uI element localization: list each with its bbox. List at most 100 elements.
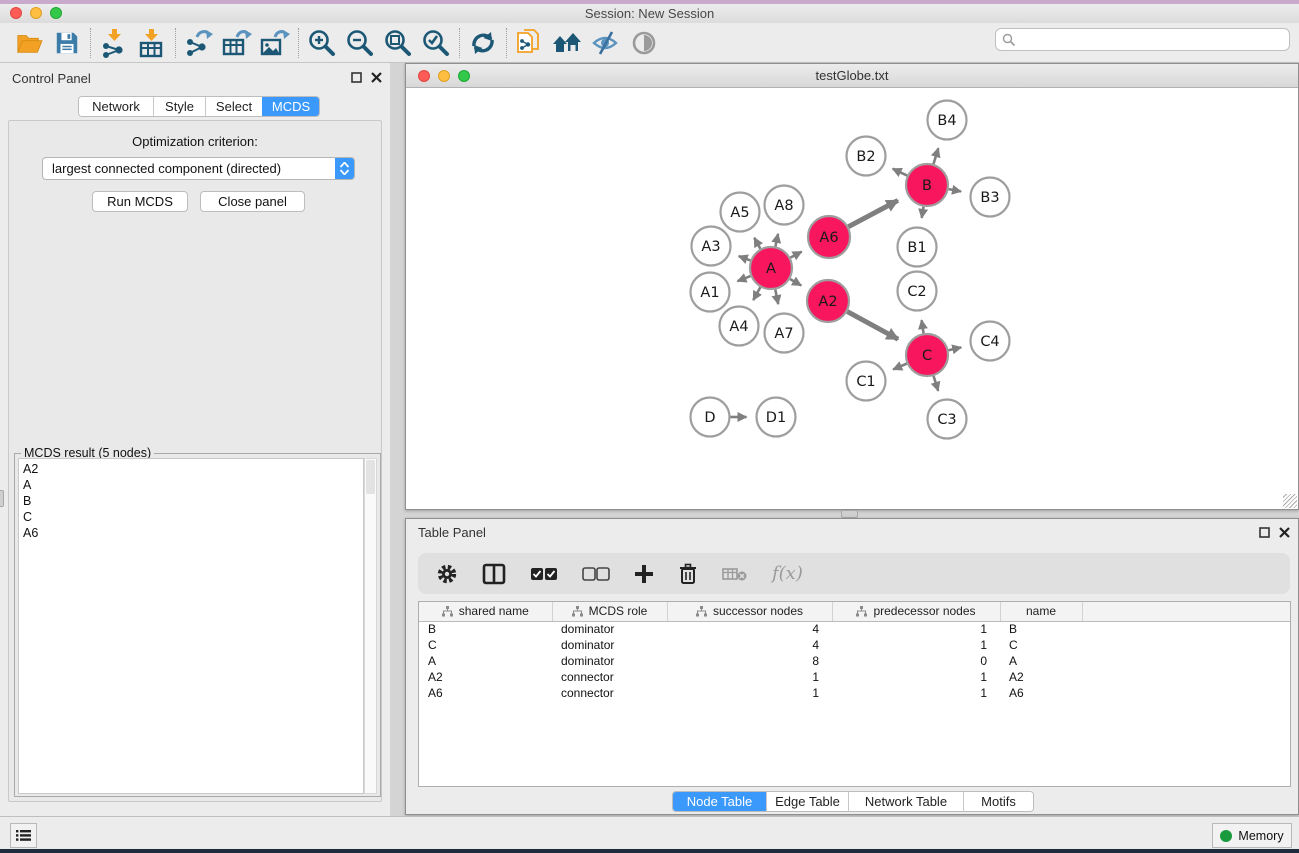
minimize-window-button[interactable]	[30, 7, 42, 19]
edge-A-A1[interactable]	[737, 276, 750, 281]
edge-B-B1[interactable]	[922, 207, 924, 218]
tab-node-table[interactable]: Node Table	[673, 792, 766, 811]
network-graph[interactable]: AA1A2A3A4A5A6A7A8BB1B2B3B4CC1C2C3C4DD1	[406, 88, 1298, 509]
toolbar-search[interactable]	[995, 28, 1290, 51]
import-table-icon[interactable]	[133, 26, 171, 60]
edge-C-C2[interactable]	[922, 320, 924, 333]
mcds-result-item[interactable]: A6	[23, 525, 363, 541]
mcds-result-item[interactable]: B	[23, 493, 363, 509]
close-panel-button[interactable]: Close panel	[200, 191, 305, 212]
zoom-fit-icon[interactable]	[379, 26, 417, 60]
apply-layout-icon[interactable]	[464, 26, 502, 60]
table-settings-icon[interactable]	[436, 563, 458, 585]
edge-A-A3[interactable]	[739, 256, 751, 260]
select-all-icon[interactable]	[530, 567, 558, 581]
network-maximize-button[interactable]	[458, 70, 470, 82]
column-header-successor-nodes[interactable]: successor nodes	[667, 602, 832, 621]
table-row[interactable]: Bdominator41B	[419, 621, 1291, 637]
edge-B-B3[interactable]	[949, 189, 961, 191]
tab-network-table[interactable]: Network Table	[848, 792, 963, 811]
edge-C-C4[interactable]	[948, 347, 961, 350]
mcds-result-item[interactable]: A2	[23, 461, 363, 477]
splitter-handle-bottom[interactable]	[841, 510, 858, 518]
network-window-titlebar[interactable]: testGlobe.txt	[406, 64, 1298, 88]
table-row[interactable]: A6connector11A6	[419, 685, 1291, 701]
edge-A6-B[interactable]	[848, 200, 897, 226]
edge-A-A5[interactable]	[754, 238, 760, 249]
tab-select[interactable]: Select	[205, 97, 262, 116]
table-row[interactable]: Adominator80A	[419, 653, 1291, 669]
export-network-icon[interactable]	[180, 26, 218, 60]
add-column-icon[interactable]	[634, 564, 654, 584]
float-table-panel-icon[interactable]	[1259, 527, 1270, 538]
import-network-icon[interactable]	[95, 26, 133, 60]
delete-table-icon[interactable]	[722, 565, 748, 583]
network-canvas[interactable]: AA1A2A3A4A5A6A7A8BB1B2B3B4CC1C2C3C4DD1	[406, 88, 1298, 509]
edge-A-A7[interactable]	[775, 290, 778, 305]
edge-C-C3[interactable]	[934, 376, 939, 391]
hide-selected-icon[interactable]	[587, 26, 625, 60]
edge-B-B4[interactable]	[933, 148, 938, 164]
delete-columns-icon[interactable]	[678, 563, 698, 585]
node-label-B4: B4	[937, 113, 956, 129]
clone-network-icon[interactable]	[511, 26, 549, 60]
table-tabs: Node TableEdge TableNetwork TableMotifs	[672, 791, 1034, 812]
network-minimize-button[interactable]	[438, 70, 450, 82]
column-header-predecessor-nodes[interactable]: predecessor nodes	[832, 602, 1000, 621]
mcds-result-list[interactable]: A2ABCA6	[18, 458, 364, 794]
deselect-all-icon[interactable]	[582, 567, 610, 581]
zoom-selected-icon[interactable]	[417, 26, 455, 60]
tab-style[interactable]: Style	[153, 97, 205, 116]
app-titlebar[interactable]: Session: New Session	[0, 4, 1299, 23]
node-label-A1: A1	[700, 285, 719, 301]
search-icon	[1002, 33, 1016, 47]
edge-A-A6[interactable]	[790, 252, 801, 258]
toggle-panel-layout-icon[interactable]	[482, 563, 506, 585]
zoom-in-icon[interactable]	[303, 26, 341, 60]
edge-B-B2[interactable]	[893, 169, 907, 176]
network-window[interactable]: testGlobe.txt AA1A2A3A4A5A6A7A8BB1B2B3B4…	[405, 63, 1299, 510]
edge-C-C1[interactable]	[893, 364, 907, 370]
node-table[interactable]: shared nameMCDS rolesuccessor nodesprede…	[418, 601, 1291, 787]
mcds-result-item[interactable]: A	[23, 477, 363, 493]
resize-grip-icon[interactable]	[1283, 494, 1297, 508]
close-panel-icon[interactable]	[371, 72, 382, 83]
tab-network[interactable]: Network	[79, 97, 153, 116]
show-panels-button[interactable]	[10, 823, 37, 848]
tab-motifs[interactable]: Motifs	[963, 792, 1033, 811]
export-image-icon[interactable]	[256, 26, 294, 60]
search-input[interactable]	[1016, 33, 1266, 47]
zoom-out-icon[interactable]	[341, 26, 379, 60]
column-header-name[interactable]: name	[1000, 602, 1082, 621]
table-row[interactable]: A2connector11A2	[419, 669, 1291, 685]
close-table-panel-icon[interactable]	[1279, 527, 1290, 538]
save-session-icon[interactable]	[48, 26, 86, 60]
splitter-handle-left[interactable]	[0, 490, 4, 507]
criterion-dropdown[interactable]: largest connected component (directed)	[42, 157, 355, 180]
network-window-title: testGlobe.txt	[816, 68, 889, 83]
edge-A-A4[interactable]	[753, 287, 760, 300]
network-close-button[interactable]	[418, 70, 430, 82]
export-table-icon[interactable]	[218, 26, 256, 60]
maximize-window-button[interactable]	[50, 7, 62, 19]
edge-A-A8[interactable]	[775, 234, 778, 247]
show-all-icon[interactable]	[625, 26, 663, 60]
column-header-MCDS-role[interactable]: MCDS role	[552, 602, 667, 621]
mcds-result-item[interactable]: C	[23, 509, 363, 525]
node-label-A6: A6	[819, 230, 838, 246]
run-mcds-button[interactable]: Run MCDS	[92, 191, 188, 212]
open-session-icon[interactable]	[10, 26, 48, 60]
tab-mcds[interactable]: MCDS	[262, 97, 319, 116]
edge-A2-C[interactable]	[847, 312, 898, 340]
function-builder-icon[interactable]: f(x)	[772, 563, 803, 584]
close-window-button[interactable]	[10, 7, 22, 19]
tab-edge-table[interactable]: Edge Table	[766, 792, 848, 811]
table-row[interactable]: Cdominator41C	[419, 637, 1291, 653]
float-panel-icon[interactable]	[351, 72, 362, 83]
network-overview-icon[interactable]	[549, 26, 587, 60]
column-header-shared-name[interactable]: shared name	[419, 602, 552, 621]
memory-button[interactable]: Memory	[1212, 823, 1292, 848]
table-panel-title: Table Panel	[418, 525, 486, 540]
mcds-list-scrollbar[interactable]	[364, 458, 377, 794]
edge-A-A2[interactable]	[790, 279, 801, 285]
